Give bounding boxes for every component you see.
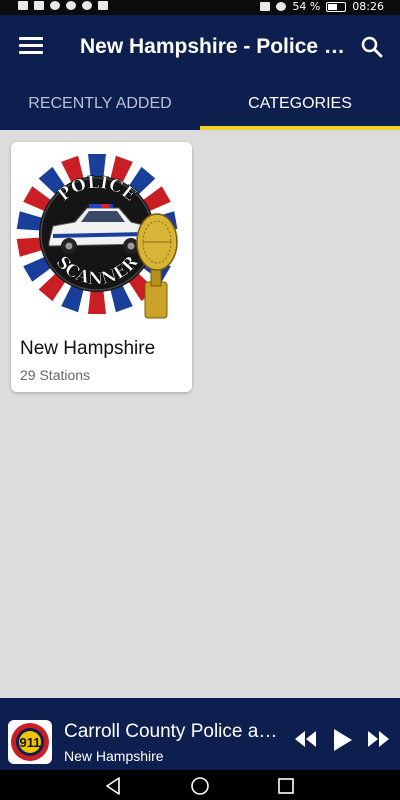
clock: 08:26 (352, 0, 384, 13)
status-bar: 54 % 08:26 (0, 0, 400, 15)
notification-icon (66, 1, 76, 10)
status-icons-left (18, 1, 108, 10)
art-label: 911 (20, 735, 41, 750)
menu-icon[interactable] (19, 37, 43, 57)
wifi-icon (260, 2, 271, 11)
category-name: New Hampshire (20, 338, 156, 359)
app-bar: New Hampshire - Police Scanner RECENTLY … (0, 15, 400, 130)
page-title: New Hampshire - Police Scanner (80, 35, 350, 58)
tab-categories[interactable]: CATEGORIES (200, 89, 400, 130)
tab-recently-added[interactable]: RECENTLY ADDED (0, 89, 200, 130)
system-nav-bar (0, 770, 400, 800)
sim-icon (18, 1, 28, 10)
signal-icon (34, 1, 44, 10)
fast-forward-icon[interactable] (366, 730, 390, 748)
status-icons-right: 54 % 08:26 (260, 0, 384, 13)
player-station-name: Carroll County Police and Fire (64, 721, 279, 742)
category-card[interactable]: POLICE SCANNER New Hampshire 29 Stations (11, 142, 192, 392)
station-art: 911 (8, 720, 52, 764)
category-grid: POLICE SCANNER New Hampshire 29 Stations (0, 130, 400, 698)
back-icon[interactable] (104, 776, 124, 796)
mini-player[interactable]: 911 Carroll County Police and Fire New H… (0, 698, 400, 770)
battery-percent: 54 % (292, 0, 321, 13)
notification-icon (50, 1, 60, 10)
tab-bar: RECENTLY ADDED CATEGORIES (0, 89, 400, 130)
play-icon[interactable] (332, 728, 354, 752)
search-icon[interactable] (360, 35, 384, 59)
station-count: 29 Stations (20, 367, 91, 383)
recents-icon[interactable] (276, 776, 296, 796)
home-icon[interactable] (190, 776, 210, 796)
police-scanner-logo: POLICE SCANNER (16, 154, 178, 319)
mail-icon (98, 1, 108, 10)
player-category: New Hampshire (64, 748, 164, 764)
notification-icon (82, 1, 92, 10)
eye-icon (276, 2, 287, 11)
rewind-icon[interactable] (294, 730, 318, 748)
battery-icon (326, 1, 347, 12)
